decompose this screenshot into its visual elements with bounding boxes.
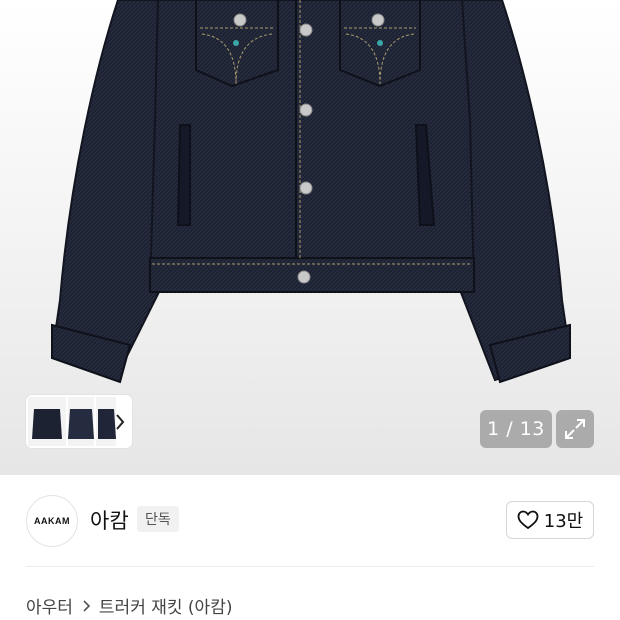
chevron-right-icon [83, 599, 91, 612]
brand-name[interactable]: 아캄 [90, 505, 129, 535]
exclusive-badge: 단독 [137, 506, 179, 532]
like-button[interactable]: 13만 [506, 501, 594, 539]
brand-logo[interactable]: AAKAM [26, 495, 78, 547]
expand-button[interactable] [556, 410, 594, 448]
thumbnail-strip[interactable] [26, 395, 132, 448]
breadcrumb-category[interactable]: 아우터 [26, 593, 73, 618]
brand-row: AAKAM 아캄 단독 13만 [0, 475, 620, 567]
like-count: 13만 [543, 511, 584, 532]
heart-outline-icon [517, 510, 539, 530]
brand-logo-text: AAKAM [34, 516, 70, 526]
breadcrumb: 아우터 트러커 재킷 (아캄) [26, 593, 232, 618]
divider [26, 566, 594, 567]
product-image-gallery[interactable]: 1 / 13 [0, 0, 620, 475]
expand-icon [565, 419, 585, 439]
chevron-right-icon[interactable] [110, 409, 130, 435]
image-counter: 1 / 13 [480, 410, 552, 448]
breadcrumb-product: 트러커 재킷 (아캄) [98, 598, 233, 618]
